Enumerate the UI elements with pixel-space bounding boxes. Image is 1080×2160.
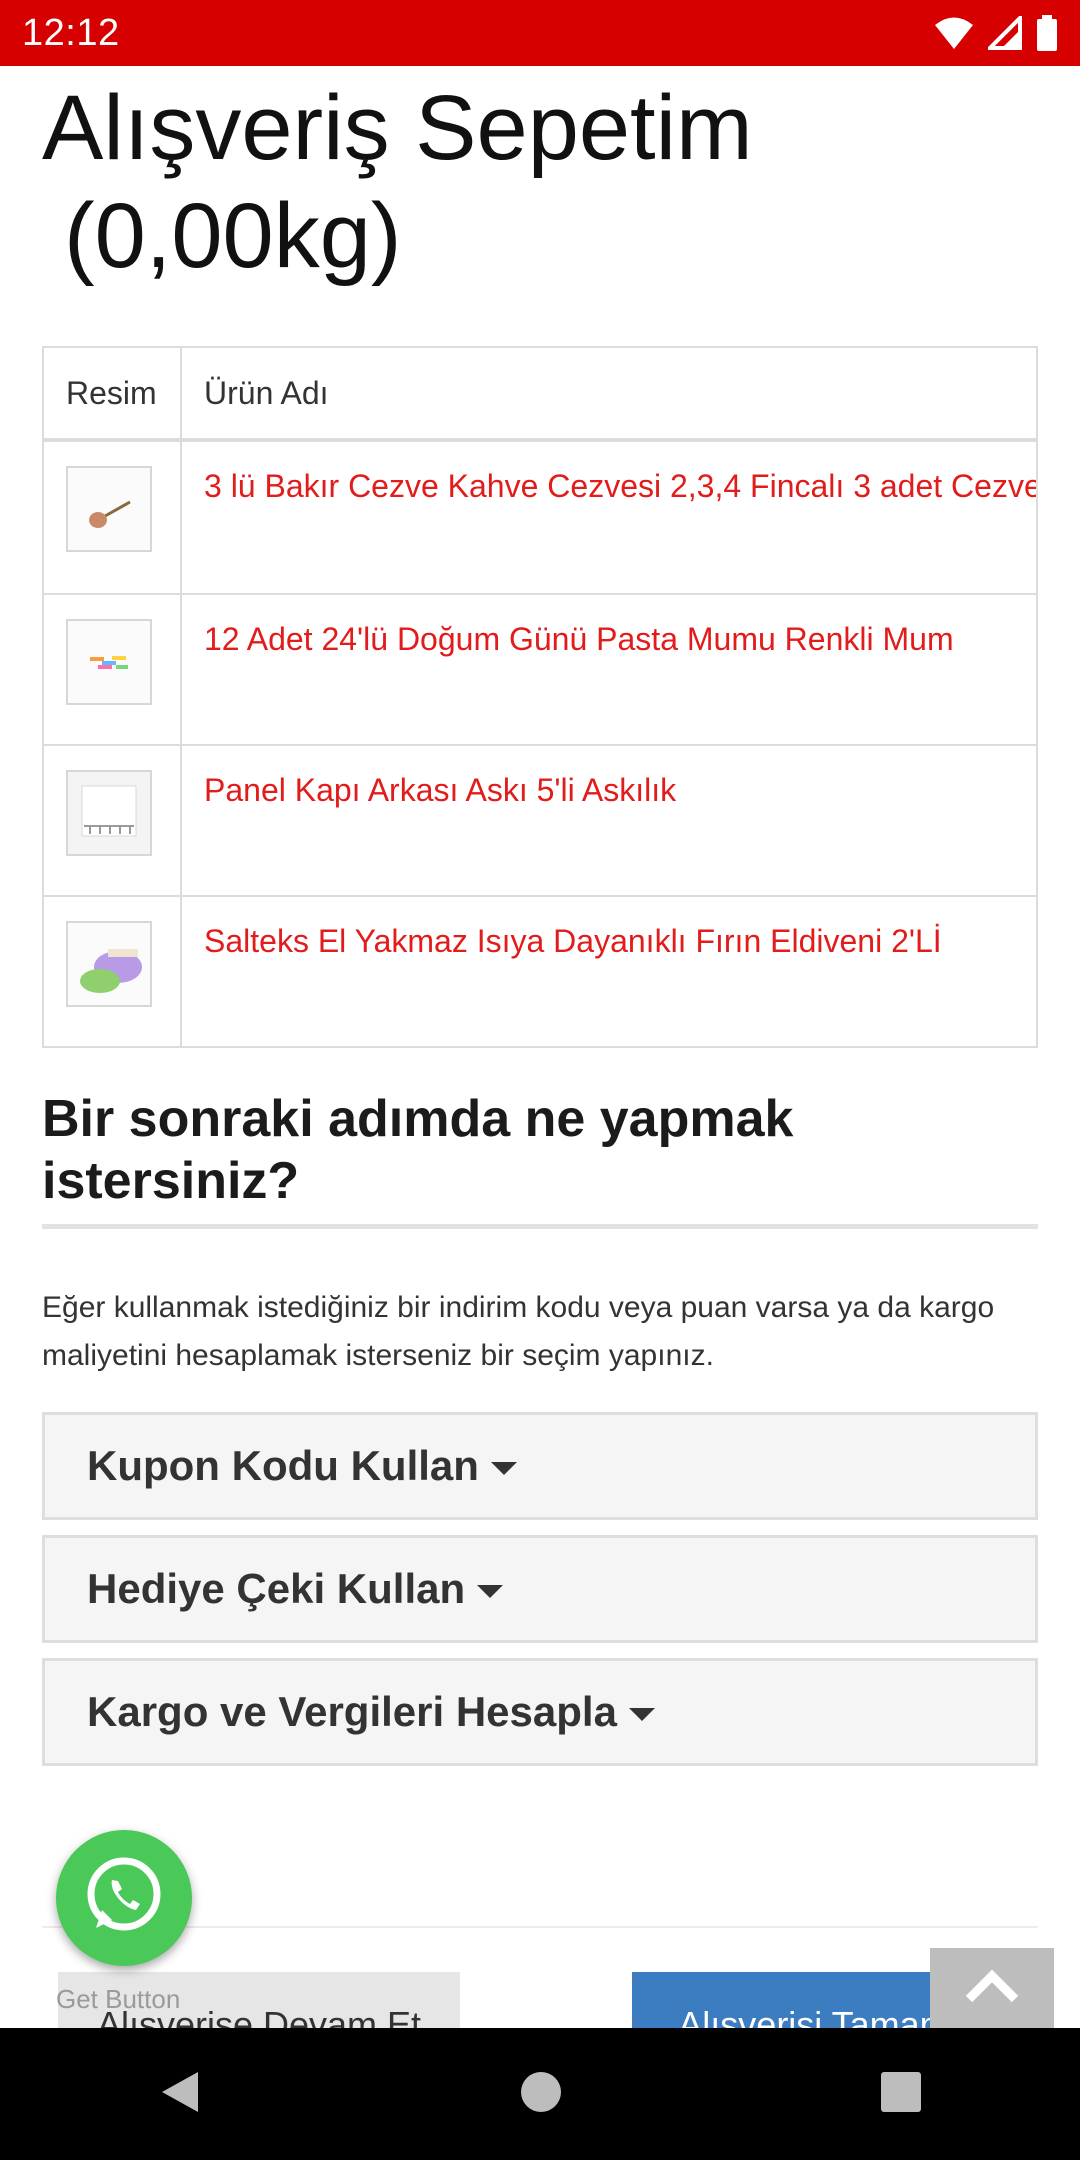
status-icons (934, 15, 1058, 51)
page-title: Alışveriş Sepetim (0,00kg) (42, 74, 1042, 290)
product-link[interactable]: Salteks El Yakmaz Isıya Dayanıklı Fırın … (204, 923, 942, 960)
caret-down-icon (490, 1461, 517, 1475)
table-row: Salteks El Yakmaz Isıya Dayanıklı Fırın … (44, 895, 1036, 1046)
signal-icon (988, 16, 1022, 50)
table-row: 3 lü Bakır Cezve Kahve Cezvesi 2,3,4 Fin… (44, 442, 1036, 593)
next-step-heading: Bir sonraki adımda ne yapmak istersiniz? (42, 1090, 794, 1210)
product-thumbnail[interactable] (66, 921, 152, 1007)
cart-weight: (0,00kg) (64, 185, 402, 287)
cart-table: Resim Ürün Adı 3 lü Bakır Cezve Kahve Ce… (42, 346, 1038, 1048)
wifi-icon (934, 16, 974, 50)
get-button-label: Get Button (56, 1984, 181, 2014)
column-header-image: Resim (44, 348, 182, 438)
home-icon[interactable] (519, 2070, 563, 2119)
whatsapp-button[interactable] (56, 1830, 192, 1966)
coupon-code-toggle[interactable]: Kupon Kodu Kullan (42, 1412, 1038, 1520)
status-time: 12:12 (22, 11, 120, 54)
back-icon[interactable] (158, 2068, 202, 2121)
recents-icon[interactable] (880, 2071, 922, 2118)
product-thumbnail[interactable] (66, 619, 152, 705)
shipping-taxes-toggle[interactable]: Kargo ve Vergileri Hesapla (42, 1658, 1038, 1766)
product-thumbnail[interactable] (66, 770, 152, 856)
shipping-taxes-label: Kargo ve Vergileri Hesapla (87, 1688, 617, 1735)
product-thumbnail[interactable] (66, 466, 152, 552)
product-link[interactable]: 3 lü Bakır Cezve Kahve Cezvesi 2,3,4 Fin… (204, 468, 1036, 505)
gift-voucher-label: Hediye Çeki Kullan (87, 1565, 466, 1612)
coupon-code-label: Kupon Kodu Kullan (87, 1442, 479, 1489)
battery-icon (1036, 15, 1058, 51)
product-link[interactable]: 12 Adet 24'lü Doğum Günü Pasta Mumu Renk… (204, 621, 954, 658)
product-link[interactable]: Panel Kapı Arkası Askı 5'li Askılık (204, 772, 676, 809)
page-title-text: Alışveriş Sepetim (42, 77, 753, 179)
caret-down-icon (477, 1584, 504, 1598)
page-content: Alışveriş Sepetim (0,00kg) Resim Ürün Ad… (0, 66, 1080, 2028)
caret-down-icon (628, 1707, 655, 1721)
status-bar: 12:12 (0, 0, 1080, 66)
chevron-up-icon (965, 1969, 1019, 2008)
divider (42, 1926, 1038, 1928)
whatsapp-icon (80, 1852, 168, 1945)
gift-voucher-toggle[interactable]: Hediye Çeki Kullan (42, 1535, 1038, 1643)
table-row: 12 Adet 24'lü Doğum Günü Pasta Mumu Renk… (44, 593, 1036, 744)
column-header-product-name: Ürün Adı (204, 374, 329, 411)
table-header: Resim Ürün Adı (44, 348, 1036, 442)
table-row: Panel Kapı Arkası Askı 5'li Askılık (44, 744, 1036, 895)
navigation-bar (0, 2028, 1080, 2160)
divider (42, 1224, 1038, 1229)
scroll-to-top-button[interactable] (930, 1948, 1054, 2028)
next-step-description: Eğer kullanmak istediğiniz bir indirim k… (42, 1291, 995, 1372)
